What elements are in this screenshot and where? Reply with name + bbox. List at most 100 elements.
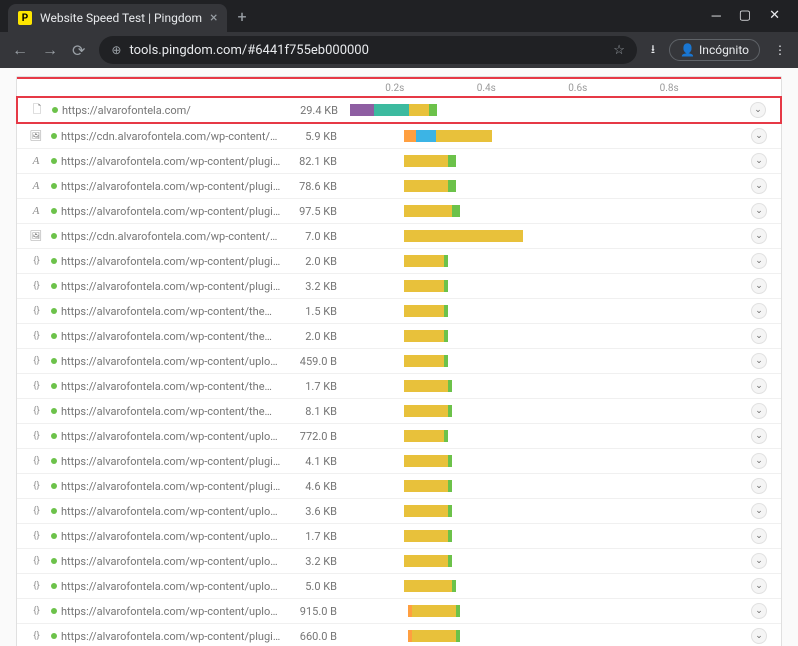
request-row[interactable]: https://alvarofontela.com/wp-content/the… (17, 298, 781, 323)
request-row[interactable]: https://alvarofontela.com/wp-content/the… (17, 373, 781, 398)
request-row[interactable]: https://alvarofontela.com/29.4 KB⌄ (16, 96, 782, 124)
expand-button[interactable]: ⌄ (751, 378, 767, 394)
minimize-icon[interactable]: ─ (712, 8, 721, 24)
close-window-icon[interactable]: ✕ (769, 8, 780, 24)
request-url: https://alvarofontela.com/wp-content/upl… (61, 580, 289, 593)
request-url: https://alvarofontela.com/wp-content/upl… (61, 505, 289, 518)
timing-segment (448, 455, 452, 467)
expand-button[interactable]: ⌄ (751, 503, 767, 519)
expand-button[interactable]: ⌄ (751, 278, 767, 294)
expand-button[interactable]: ⌄ (751, 328, 767, 344)
request-size: 3.6 KB (289, 505, 349, 518)
reload-button[interactable]: ⟳ (72, 41, 85, 60)
request-size: 1.7 KB (289, 530, 349, 543)
expand-button[interactable]: ⌄ (751, 203, 767, 219)
waterfall-cell (349, 249, 745, 273)
waterfall-cell (350, 98, 744, 122)
timing-segment (404, 480, 448, 492)
browser-tab[interactable]: P Website Speed Test | Pingdom × (8, 4, 227, 32)
timing-segment (404, 580, 452, 592)
request-row[interactable]: https://alvarofontela.com/wp-content/upl… (17, 498, 781, 523)
status-indicator (47, 508, 61, 514)
expand-button[interactable]: ⌄ (751, 353, 767, 369)
status-dot-icon (51, 133, 57, 139)
expand-button[interactable]: ⌄ (751, 603, 767, 619)
expand-button[interactable]: ⌄ (751, 528, 767, 544)
expand-button[interactable]: ⌄ (751, 478, 767, 494)
timing-segment (350, 104, 374, 116)
chevron-down-icon: ⌄ (755, 131, 763, 141)
request-row[interactable]: https://alvarofontela.com/wp-content/upl… (17, 573, 781, 598)
timing-segment (404, 555, 448, 567)
request-row[interactable]: https://alvarofontela.com/wp-content/plu… (17, 148, 781, 173)
request-row[interactable]: https://alvarofontela.com/wp-content/plu… (17, 248, 781, 273)
timing-segment (448, 180, 456, 192)
status-dot-icon (51, 408, 57, 414)
request-row[interactable]: https://alvarofontela.com/wp-content/upl… (17, 523, 781, 548)
menu-icon[interactable]: ⋮ (774, 43, 786, 57)
expand-button[interactable]: ⌄ (750, 102, 766, 118)
request-row[interactable]: https://alvarofontela.com/wp-content/plu… (17, 448, 781, 473)
back-button[interactable]: ← (12, 40, 28, 60)
expand-button[interactable]: ⌄ (751, 628, 767, 644)
status-dot-icon (51, 283, 57, 289)
waterfall-cell (349, 374, 745, 398)
request-row[interactable]: https://alvarofontela.com/wp-content/upl… (17, 348, 781, 373)
request-row[interactable]: https://alvarofontela.com/wp-content/upl… (17, 548, 781, 573)
expand-button[interactable]: ⌄ (751, 453, 767, 469)
timing-segment (444, 330, 448, 342)
status-indicator (47, 358, 61, 364)
expand-button[interactable]: ⌄ (751, 153, 767, 169)
status-indicator (47, 283, 61, 289)
code-icon (25, 631, 47, 641)
request-row[interactable]: https://alvarofontela.com/wp-content/the… (17, 398, 781, 423)
expand-button[interactable]: ⌄ (751, 303, 767, 319)
request-row[interactable]: https://alvarofontela.com/wp-content/plu… (17, 473, 781, 498)
waterfall-cell (349, 199, 745, 223)
expand-button[interactable]: ⌄ (751, 228, 767, 244)
status-dot-icon (51, 508, 57, 514)
code-icon (25, 406, 47, 416)
close-icon[interactable]: × (210, 10, 217, 26)
chevron-down-icon: ⌄ (755, 381, 763, 391)
incognito-badge[interactable]: 👤 Incógnito (669, 39, 760, 61)
expand-button[interactable]: ⌄ (751, 578, 767, 594)
request-row[interactable]: https://cdn.alvarofontela.com/wp-content… (17, 123, 781, 148)
status-dot-icon (51, 308, 57, 314)
request-row[interactable]: https://alvarofontela.com/wp-content/upl… (17, 598, 781, 623)
request-size: 3.2 KB (289, 555, 349, 568)
site-info-icon[interactable]: ⊕ (111, 43, 121, 57)
expand-button[interactable]: ⌄ (751, 428, 767, 444)
timing-segment (404, 280, 444, 292)
request-row[interactable]: https://alvarofontela.com/wp-content/upl… (17, 423, 781, 448)
timing-segment (452, 580, 456, 592)
waterfall-header: 0.2s0.4s0.6s0.8s (17, 77, 781, 97)
expand-button[interactable]: ⌄ (751, 178, 767, 194)
address-bar[interactable]: ⊕ tools.pingdom.com/#6441f755eb000000 ☆ (99, 36, 636, 64)
request-row[interactable]: https://alvarofontela.com/wp-content/the… (17, 323, 781, 348)
timing-segment (409, 104, 429, 116)
download-icon[interactable]: ⭳ (651, 40, 655, 61)
bookmark-icon[interactable]: ☆ (613, 43, 625, 58)
maximize-icon[interactable]: ▢ (739, 8, 751, 24)
timing-segment (404, 205, 452, 217)
timing-segment (404, 155, 448, 167)
expand-button[interactable]: ⌄ (751, 253, 767, 269)
new-tab-button[interactable]: + (227, 7, 256, 26)
request-row[interactable]: https://cdn.alvarofontela.com/wp-content… (17, 223, 781, 248)
forward-button[interactable]: → (42, 40, 58, 60)
expand-button[interactable]: ⌄ (751, 553, 767, 569)
status-indicator (47, 558, 61, 564)
request-row[interactable]: https://alvarofontela.com/wp-content/plu… (17, 273, 781, 298)
request-row[interactable]: https://alvarofontela.com/wp-content/plu… (17, 173, 781, 198)
incognito-label: Incógnito (699, 43, 749, 57)
waterfall-cell (349, 324, 745, 348)
img-icon (25, 131, 47, 142)
timing-segment (452, 205, 460, 217)
request-row[interactable]: https://alvarofontela.com/wp-content/plu… (17, 623, 781, 646)
request-row[interactable]: https://alvarofontela.com/wp-content/plu… (17, 198, 781, 223)
status-dot-icon (51, 433, 57, 439)
expand-button[interactable]: ⌄ (751, 403, 767, 419)
status-indicator (47, 308, 61, 314)
expand-button[interactable]: ⌄ (751, 128, 767, 144)
